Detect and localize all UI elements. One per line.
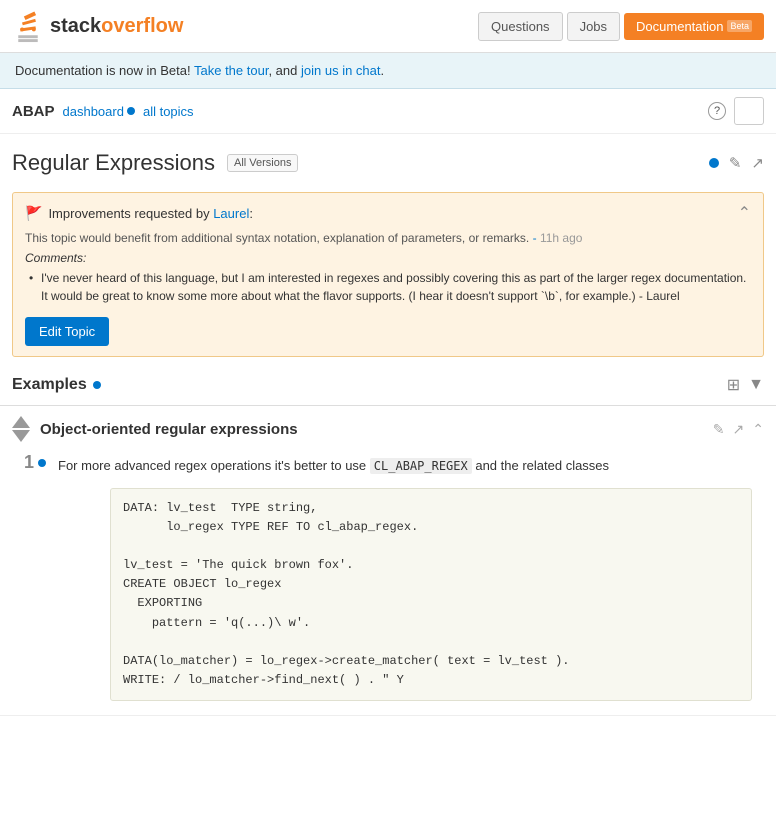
examples-dot — [93, 381, 101, 389]
example-content: 1 For more advanced regex operations it'… — [0, 452, 776, 715]
dashboard-dot — [127, 107, 135, 115]
improvements-header-left: 🚩 Improvements requested by Laurel: — [25, 205, 253, 222]
tour-link[interactable]: Take the tour — [194, 63, 268, 78]
breadcrumb-abap: ABAP — [12, 103, 55, 120]
code-block: DATA: lv_test TYPE string, lo_regex TYPE… — [110, 488, 752, 702]
examples-actions: ⊞ ▼ — [727, 375, 764, 395]
edit-icon[interactable]: ✎ — [729, 154, 742, 172]
expand-icon[interactable]: ▼ — [748, 376, 764, 394]
questions-button[interactable]: Questions — [478, 12, 563, 41]
examples-title: Examples — [12, 376, 101, 394]
dashboard-link[interactable]: dashboard — [63, 104, 135, 119]
example-edit-icon[interactable]: ✎ — [713, 421, 725, 438]
improvements-text: Improvements requested by Laurel: — [48, 206, 253, 221]
topic-title: Regular Expressions — [12, 150, 215, 176]
all-topics-label: all topics — [143, 104, 194, 119]
inline-code: CL_ABAP_REGEX — [370, 458, 472, 474]
logo-text: stackoverflow — [50, 16, 183, 36]
dashboard-label: dashboard — [63, 104, 124, 119]
timestamp: 11h ago — [540, 231, 583, 245]
all-topics-link[interactable]: all topics — [143, 104, 194, 119]
help-icon[interactable]: ? — [708, 102, 726, 120]
comments-label: Comments: — [25, 251, 751, 265]
improvements-box: 🚩 Improvements requested by Laurel: ⌃ Th… — [12, 192, 764, 357]
example-number: 1 — [12, 452, 58, 473]
improvements-header: 🚩 Improvements requested by Laurel: ⌃ — [25, 203, 751, 223]
downvote-button[interactable] — [12, 430, 30, 442]
beta-badge: Beta — [727, 20, 752, 32]
example-external-icon[interactable]: ↗ — [733, 421, 745, 438]
external-link-icon[interactable]: ↗ — [751, 154, 764, 172]
logo-icon — [12, 8, 44, 44]
grid-icon[interactable]: ⊞ — [727, 375, 740, 395]
improvement-body: This topic would benefit from additional… — [25, 231, 751, 245]
header: stackoverflow Questions Jobs Documentati… — [0, 0, 776, 53]
banner-text: Documentation is now in Beta! — [15, 63, 191, 78]
logo-area: stackoverflow — [12, 8, 183, 44]
topic-status-dot — [709, 158, 719, 168]
topic-header: Regular Expressions All Versions ✎ ↗ — [0, 134, 776, 184]
chat-link[interactable]: join us in chat — [301, 63, 381, 78]
jobs-button[interactable]: Jobs — [567, 12, 620, 41]
collapse-icon[interactable]: ⌃ — [738, 203, 751, 223]
example-item-header: Object-oriented regular expressions ✎ ↗ … — [0, 406, 776, 452]
nav-buttons: Questions Jobs DocumentationBeta — [478, 12, 764, 41]
all-versions-button[interactable]: All Versions — [227, 154, 298, 172]
example-title: Object-oriented regular expressions — [40, 421, 298, 438]
breadcrumb-bar: ABAP dashboard all topics ? — [0, 89, 776, 134]
flag-icon: 🚩 — [25, 205, 42, 222]
documentation-button[interactable]: DocumentationBeta — [624, 13, 764, 40]
example-item-actions: ✎ ↗ ⌃ — [713, 421, 764, 438]
beta-banner: Documentation is now in Beta! Take the t… — [0, 53, 776, 89]
upvote-button[interactable] — [12, 416, 30, 428]
examples-header: Examples ⊞ ▼ — [0, 365, 776, 406]
example-item: Object-oriented regular expressions ✎ ↗ … — [0, 406, 776, 716]
edit-topic-button[interactable]: Edit Topic — [25, 317, 109, 346]
comment-item: I've never heard of this language, but I… — [41, 269, 751, 305]
example-collapse-icon[interactable]: ⌃ — [752, 421, 764, 438]
example-description: For more advanced regex operations it's … — [58, 452, 764, 480]
search-box[interactable] — [734, 97, 764, 125]
number-dot — [38, 459, 46, 467]
example-body: For more advanced regex operations it's … — [58, 452, 764, 709]
author-link[interactable]: Laurel — [213, 206, 249, 221]
topic-actions: ✎ ↗ — [709, 154, 764, 172]
example-title-area: Object-oriented regular expressions — [40, 421, 703, 438]
vote-arrows — [12, 416, 30, 442]
